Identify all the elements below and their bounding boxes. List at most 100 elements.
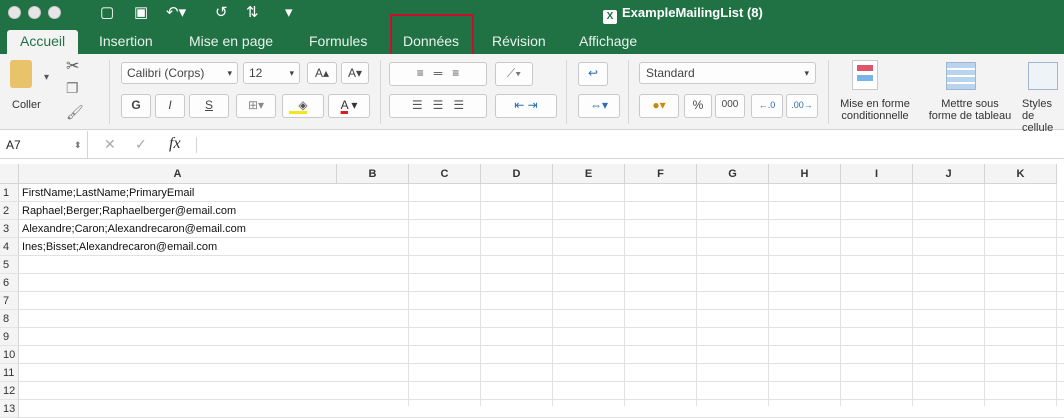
column-header-b[interactable]: B: [337, 164, 409, 184]
column-gridline: [624, 184, 625, 406]
row-header-2[interactable]: 2: [0, 202, 19, 220]
cell-styles-icon[interactable]: [1028, 62, 1058, 90]
column-header-i[interactable]: I: [841, 164, 913, 184]
redo-icon[interactable]: ↺: [215, 2, 228, 24]
copy-icon[interactable]: ❐: [66, 80, 79, 97]
underline-button[interactable]: S: [189, 94, 229, 118]
percent-button[interactable]: %: [684, 94, 712, 118]
cancel-icon[interactable]: ✕: [104, 136, 116, 153]
cell-a3[interactable]: Alexandre;Caron;Alexandrecaron@email.com: [22, 220, 246, 238]
row-header-7[interactable]: 7: [0, 292, 19, 310]
row-header-5[interactable]: 5: [0, 256, 19, 274]
row-gridline: [19, 381, 1064, 382]
horizontal-align-group[interactable]: ☰ ☰ ☰: [389, 94, 487, 118]
number-format-dropdown[interactable]: Standard ▾: [639, 62, 816, 84]
column-header-a[interactable]: A: [19, 164, 337, 184]
wrap-text-button[interactable]: ↩: [578, 62, 608, 86]
row-header-4[interactable]: 4: [0, 238, 19, 256]
cond-format-label[interactable]: Mise en forme conditionnelle: [832, 98, 918, 122]
thousands-separator-button[interactable]: 000: [715, 94, 745, 118]
paste-icon[interactable]: [10, 60, 32, 88]
name-box[interactable]: A7 ⬍: [0, 131, 88, 159]
column-gridline: [840, 184, 841, 406]
decrease-decimal-button[interactable]: .00→: [786, 94, 818, 118]
accounting-format-button[interactable]: ●▾: [639, 94, 679, 118]
bold-button[interactable]: G: [121, 94, 151, 118]
row-header-10[interactable]: 10: [0, 346, 19, 364]
formula-separator: [196, 137, 197, 153]
column-header-d[interactable]: D: [481, 164, 553, 184]
format-painter-icon[interactable]: 🖌: [66, 104, 84, 121]
column-gridline: [1056, 184, 1057, 406]
close-window-button[interactable]: [8, 6, 21, 19]
cell-a4[interactable]: Ines;Bisset;Alexandrecaron@email.com: [22, 238, 217, 256]
cell-styles-label[interactable]: Styles de cellule: [1022, 98, 1064, 134]
borders-button[interactable]: ⊞▾: [236, 94, 276, 118]
enter-icon[interactable]: ✓: [135, 136, 147, 153]
column-header-f[interactable]: F: [625, 164, 697, 184]
font-size-dropdown[interactable]: 12 ▾: [243, 62, 300, 84]
row-header-12[interactable]: 12: [0, 382, 19, 400]
cut-icon[interactable]: ✂: [66, 56, 79, 76]
format-table-label[interactable]: Mettre sous forme de tableau: [922, 98, 1018, 122]
tab-accueil[interactable]: Accueil: [7, 30, 79, 54]
column-header-e[interactable]: E: [553, 164, 625, 184]
tab-insertion[interactable]: Insertion: [99, 30, 153, 54]
sidebar-toggle-icon[interactable]: ▢: [100, 2, 114, 24]
increase-font-size-button[interactable]: A▴: [307, 62, 337, 84]
column-header-c[interactable]: C: [409, 164, 481, 184]
column-gridline: [480, 184, 481, 406]
row-header-8[interactable]: 8: [0, 310, 19, 328]
undo-icon[interactable]: ↶▾: [166, 2, 186, 24]
increase-decimal-button[interactable]: ←.0: [751, 94, 783, 118]
tab-affichage[interactable]: Affichage: [579, 30, 637, 54]
cell-a1[interactable]: FirstName;LastName;PrimaryEmail: [22, 184, 194, 202]
decrease-font-size-button[interactable]: A▾: [341, 62, 369, 84]
column-header-j[interactable]: J: [913, 164, 985, 184]
row-header-9[interactable]: 9: [0, 328, 19, 346]
column-header-h[interactable]: H: [769, 164, 841, 184]
row-header-1[interactable]: 1: [0, 184, 19, 202]
paste-label[interactable]: Coller: [12, 99, 41, 111]
row-header-6[interactable]: 6: [0, 274, 19, 292]
tab-formules[interactable]: Formules: [309, 30, 367, 54]
save-icon[interactable]: ▣: [134, 2, 148, 24]
fill-bucket-icon: ◈: [298, 98, 308, 112]
merge-center-button[interactable]: ⇔▾: [578, 94, 620, 118]
font-name-dropdown[interactable]: Calibri (Corps) ▾: [121, 62, 238, 84]
column-header-k[interactable]: K: [985, 164, 1057, 184]
conditional-formatting-icon[interactable]: [852, 60, 878, 90]
font-color-button[interactable]: A ▾: [328, 94, 370, 118]
ribbon-separator: [380, 60, 381, 124]
ribbon-separator: [566, 60, 567, 124]
column-gridline: [552, 184, 553, 406]
tab-mise-en-page[interactable]: Mise en page: [189, 30, 273, 54]
row-header-11[interactable]: 11: [0, 364, 19, 382]
select-all-corner[interactable]: [0, 164, 19, 184]
window-title: X ExampleMailingList (8): [603, 5, 763, 24]
row-header-13[interactable]: 13: [0, 400, 19, 418]
name-box-stepper-icon[interactable]: ⬍: [74, 131, 82, 159]
row-header-3[interactable]: 3: [0, 220, 19, 238]
row-gridline: [19, 363, 1064, 364]
column-header-g[interactable]: G: [697, 164, 769, 184]
sort-icon[interactable]: ⇅: [246, 2, 259, 24]
title-bar: ▢ ▣ ↶▾ ↺ ⇅ ▾ X ExampleMailingList (8): [0, 0, 1064, 26]
customize-toolbar-icon[interactable]: ▾: [285, 2, 293, 24]
row-gridline: [19, 291, 1064, 292]
paste-options-icon[interactable]: ▾: [44, 72, 49, 83]
ribbon: ▾ Coller ✂ ❐ 🖌 Calibri (Corps) ▾ 12 ▾ A▴ A…: [0, 54, 1064, 134]
row-gridline: [19, 345, 1064, 346]
orientation-button[interactable]: ⟋▾: [495, 62, 533, 86]
minimize-window-button[interactable]: [28, 6, 41, 19]
italic-button[interactable]: I: [155, 94, 185, 118]
cell-a2[interactable]: Raphael;Berger;Raphaelberger@email.com: [22, 202, 236, 220]
insert-function-icon[interactable]: fx: [169, 135, 181, 153]
indent-buttons[interactable]: ⇤ ⇥: [495, 94, 557, 118]
tab-revision[interactable]: Révision: [492, 30, 546, 54]
vertical-align-group[interactable]: ≡ ═ ≡: [389, 62, 487, 86]
zoom-window-button[interactable]: [48, 6, 61, 19]
format-as-table-icon[interactable]: [946, 62, 976, 90]
formula-input[interactable]: [205, 131, 1060, 159]
fill-color-button[interactable]: ◈: [282, 94, 324, 118]
